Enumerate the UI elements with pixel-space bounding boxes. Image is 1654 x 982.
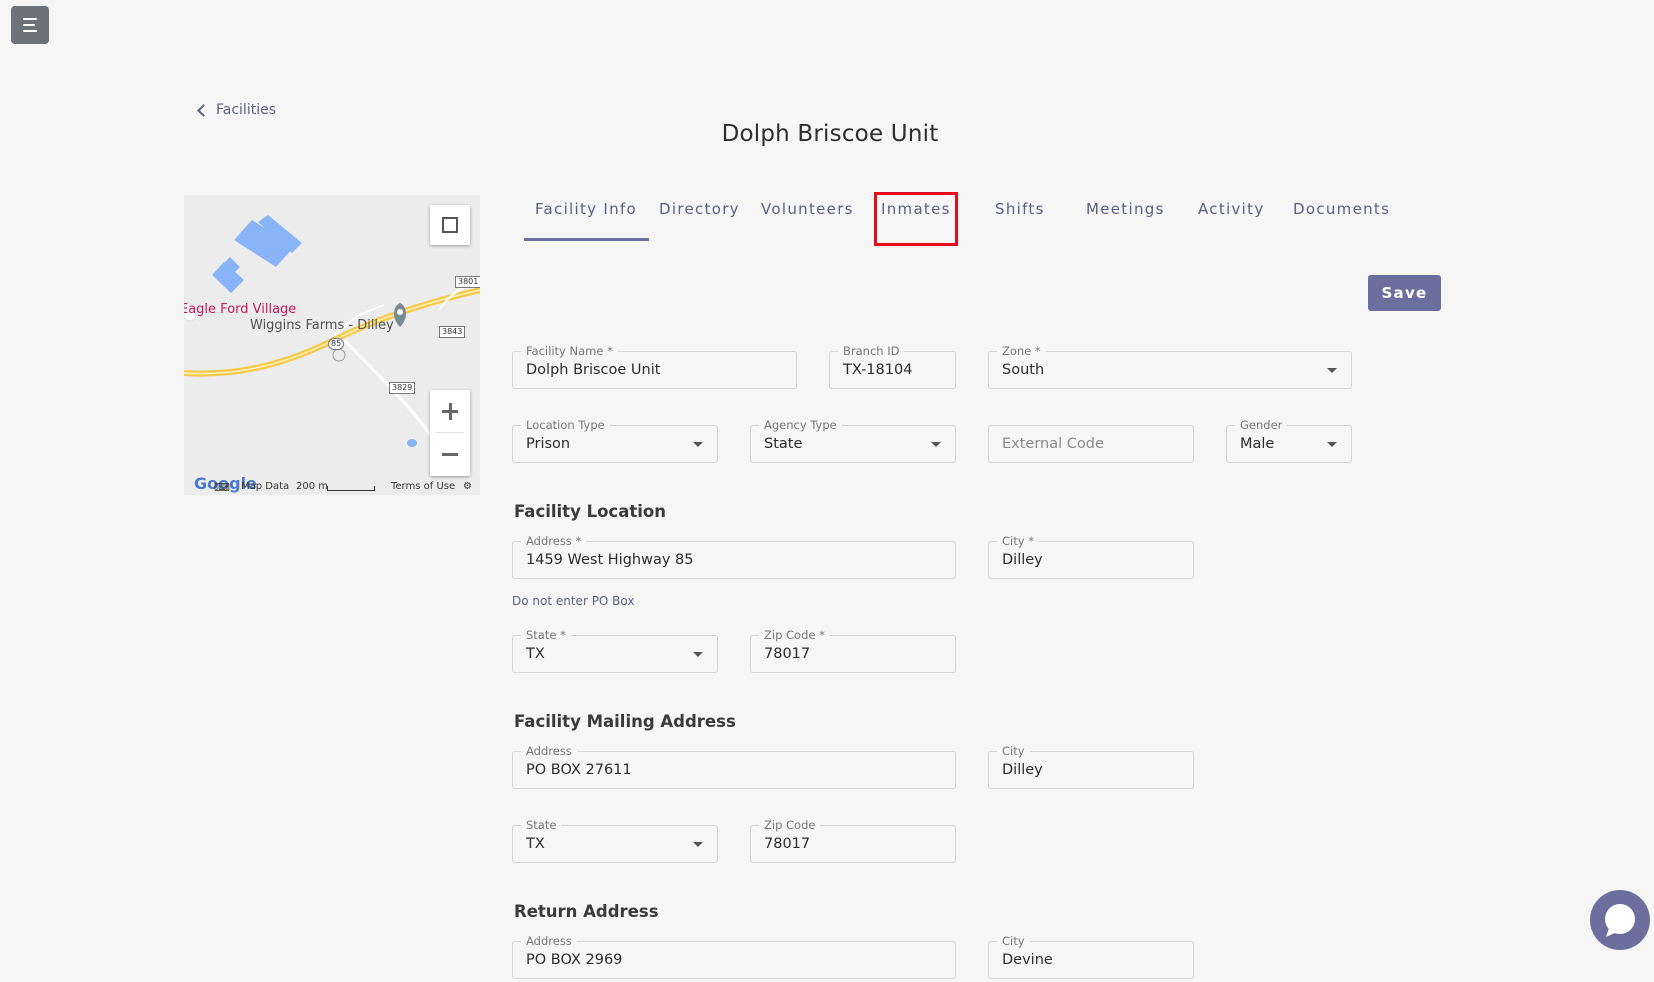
location-address-field[interactable]: Address * 1459 West Highway 85 [512,534,956,579]
fullscreen-button[interactable] [430,205,470,245]
location-city-label: City * [997,534,1039,548]
dropdown-caret-icon [1327,368,1337,373]
keyboard-icon[interactable]: ⌨ [214,481,230,494]
branch-id-label: Branch ID [838,344,905,358]
mailing-zip-value: 78017 [764,836,811,852]
gender-value: Male [1240,436,1275,452]
dropdown-caret-icon [693,442,703,447]
facility-location-heading: Facility Location [514,502,666,521]
tab-directory[interactable]: Directory [659,199,740,239]
map-label-village: Eagle Ford Village [184,302,297,317]
facility-map[interactable]: Eagle Ford Village Wiggins Farms - Dille… [184,195,480,495]
location-city-field[interactable]: City * Dilley [988,534,1194,579]
map-label-farms: Wiggins Farms - Dilley [250,318,394,333]
return-city-value: Devine [1002,952,1053,968]
facility-name-value: Dolph Briscoe Unit [526,362,661,378]
location-address-value: 1459 West Highway 85 [526,552,694,568]
mailing-address-label: Address [521,744,577,758]
location-zip-label: Zip Code * [759,628,830,642]
return-city-label: City [997,934,1030,948]
map-scale-bar [327,486,375,491]
mailing-city-value: Dilley [1002,762,1043,778]
facility-tabs: Facility Info Directory Volunteers Inmat… [523,192,1405,246]
agency-type-value: State [764,436,803,452]
mailing-state-select[interactable]: State TX [512,818,718,863]
road-shield: 3829 [389,382,416,394]
menu-icon-bar [23,24,35,26]
return-address-value: PO BOX 2969 [526,952,623,968]
tab-activity[interactable]: Activity [1198,199,1265,239]
return-city-field[interactable]: City Devine [988,934,1194,979]
tab-inmates[interactable]: Inmates [874,192,958,246]
menu-icon-bar [23,30,37,32]
location-type-value: Prison [526,436,571,452]
road-shield: 3801 [455,276,480,288]
dropdown-caret-icon [1327,442,1337,447]
menu-icon [23,18,37,20]
save-button[interactable]: Save [1368,275,1441,311]
dropdown-caret-icon [693,652,703,657]
zone-label: Zone * [997,344,1046,358]
location-state-label: State * [521,628,571,642]
location-type-select[interactable]: Location Type Prison [512,418,718,463]
zoom-out-button[interactable] [430,434,470,476]
po-box-helper-text: Do not enter PO Box [512,594,635,608]
map-data-link[interactable]: Map Data [241,481,289,492]
mailing-zip-field[interactable]: Zip Code 78017 [750,818,956,863]
external-code-field[interactable]: External Code [988,425,1194,463]
mailing-address-field[interactable]: Address PO BOX 27611 [512,744,956,789]
branch-id-value: TX-18104 [843,362,913,378]
chat-bubble-icon [1605,904,1635,937]
gender-label: Gender [1235,418,1288,432]
zoom-in-button[interactable] [430,390,470,432]
location-state-select[interactable]: State * TX [512,628,718,673]
report-error-icon[interactable]: ⚙ [463,481,472,492]
tab-shifts[interactable]: Shifts [995,199,1045,239]
road-shield: 85 [328,338,345,350]
mailing-city-field[interactable]: City Dilley [988,744,1194,789]
location-zip-field[interactable]: Zip Code * 78017 [750,628,956,673]
agency-type-label: Agency Type [759,418,842,432]
facility-name-field[interactable]: Facility Name * Dolph Briscoe Unit [512,344,797,389]
location-city-value: Dilley [1002,552,1043,568]
return-address-heading: Return Address [514,902,659,921]
tab-volunteers[interactable]: Volunteers [761,199,854,239]
chevron-left-icon [197,104,210,117]
mailing-state-label: State [521,818,562,832]
road-shield: 3843 [439,326,466,338]
tab-meetings[interactable]: Meetings [1086,199,1165,239]
map-footer: Google ⌨ Map Data 200 m Terms of Use ⚙ [184,474,480,495]
mailing-address-heading: Facility Mailing Address [514,712,736,731]
mailing-city-label: City [997,744,1030,758]
location-zip-value: 78017 [764,646,811,662]
zone-select[interactable]: Zone * South [988,344,1352,389]
back-link-label: Facilities [216,102,276,118]
chat-launcher-button[interactable] [1590,890,1650,950]
dropdown-caret-icon [693,842,703,847]
location-type-label: Location Type [521,418,610,432]
terms-of-use-link[interactable]: Terms of Use [391,481,455,492]
location-state-value: TX [526,646,545,662]
back-to-facilities-link[interactable]: Facilities [197,102,276,118]
mailing-state-value: TX [526,836,545,852]
tab-facility-info[interactable]: Facility Info [523,199,650,241]
mailing-address-value: PO BOX 27611 [526,762,632,778]
map-scale-label: 200 m [296,481,329,492]
external-code-placeholder: External Code [1002,436,1104,452]
tab-documents[interactable]: Documents [1293,199,1390,239]
return-address-field[interactable]: Address PO BOX 2969 [512,934,956,979]
zone-value: South [1002,362,1045,378]
zoom-controls [430,390,470,476]
dropdown-caret-icon [931,442,941,447]
gender-select[interactable]: Gender Male [1226,418,1352,463]
branch-id-field[interactable]: Branch ID TX-18104 [829,344,956,389]
page-title: Dolph Briscoe Unit [721,121,939,147]
menu-button[interactable] [11,6,49,44]
mailing-zip-label: Zip Code [759,818,821,832]
return-address-label: Address [521,934,577,948]
agency-type-select[interactable]: Agency Type State [750,418,956,463]
facility-name-label: Facility Name * [521,344,618,358]
location-address-label: Address * [521,534,587,548]
